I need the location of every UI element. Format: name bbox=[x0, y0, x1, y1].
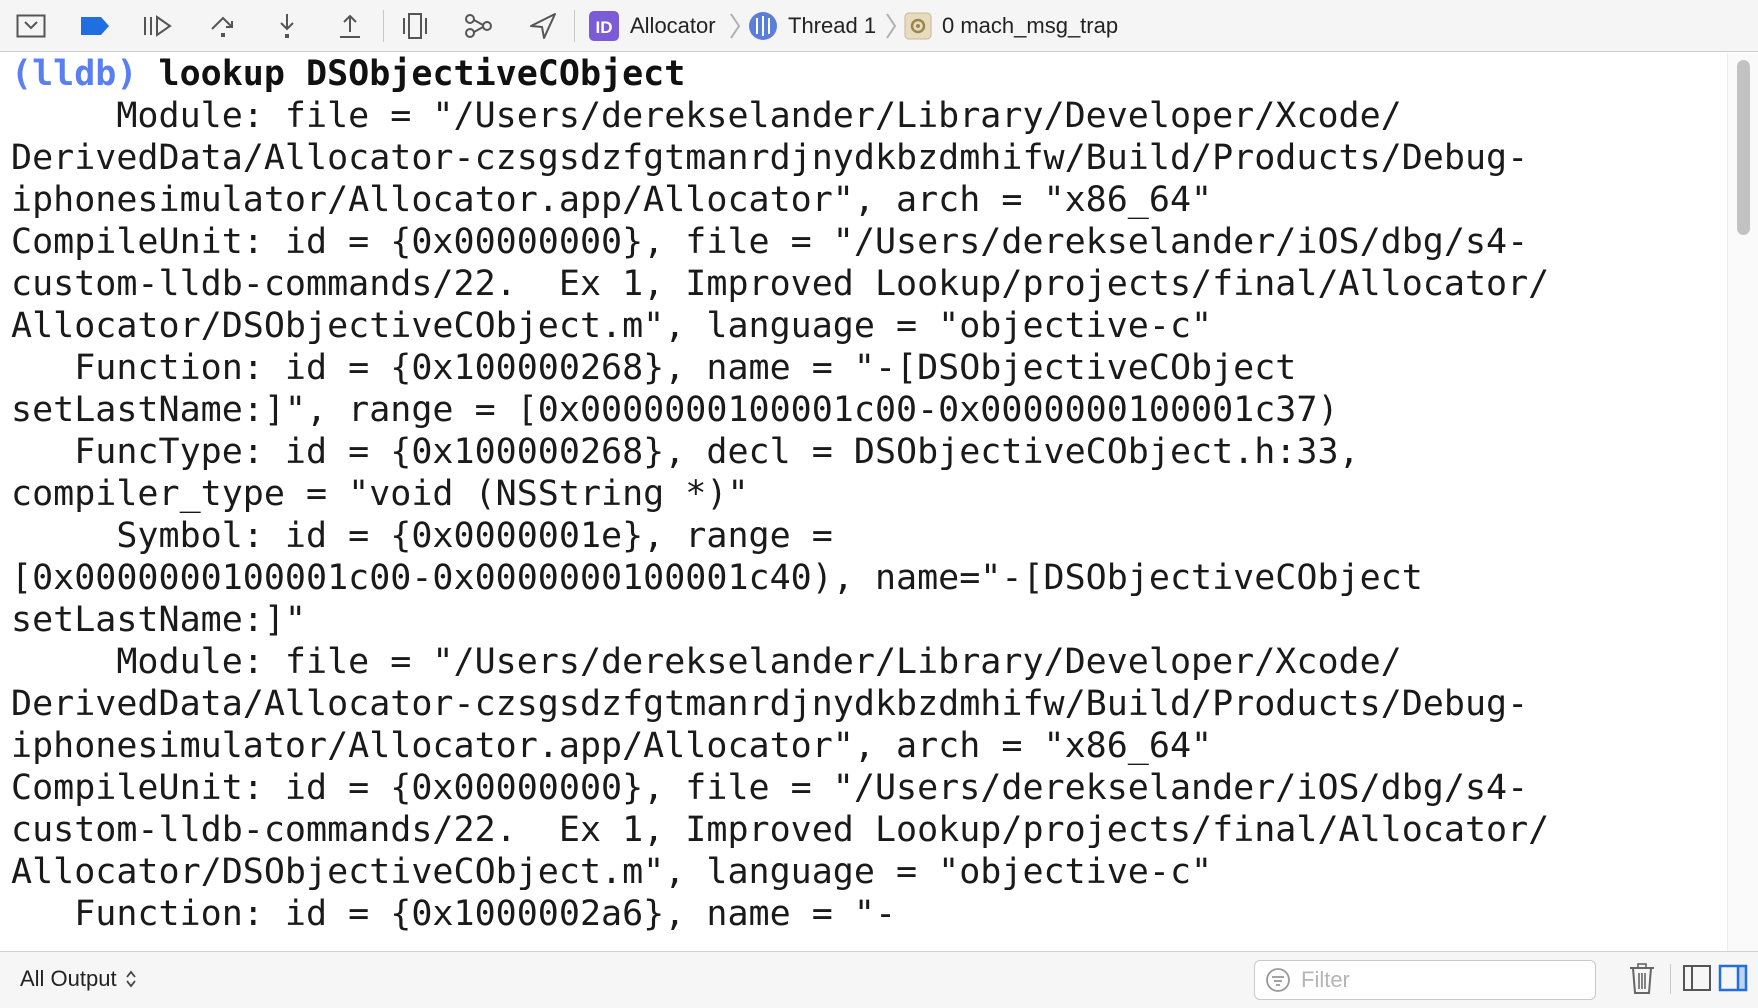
project-icon: ID bbox=[588, 10, 620, 42]
breadcrumb-label: 0 mach_msg_trap bbox=[942, 13, 1119, 38]
filter-input[interactable] bbox=[1299, 966, 1583, 994]
continue-icon[interactable] bbox=[141, 10, 175, 42]
step-out-icon[interactable] bbox=[333, 10, 367, 42]
console-line: custom-lldb-commands/22. Ex 1, Improved … bbox=[11, 810, 1550, 850]
console-line: DerivedData/Allocator-czsgsdzfgtmanrdjny… bbox=[11, 138, 1529, 178]
console-command: lookup DSObjectiveCObject bbox=[158, 54, 686, 94]
debug-bar: ID Allocator Thread 1 0 mach_msg_trap bbox=[0, 0, 1758, 52]
toolbar-divider bbox=[574, 10, 575, 42]
breadcrumb-label: Thread 1 bbox=[788, 13, 877, 38]
hide-debug-area-icon[interactable] bbox=[14, 10, 48, 42]
console-line: iphonesimulator/Allocator.app/Allocator"… bbox=[11, 180, 1213, 220]
console-line: Module: file = "/Users/derekselander/Lib… bbox=[11, 96, 1402, 136]
lldb-prompt: (lldb) bbox=[11, 54, 138, 94]
console-lines: Module: file = "/Users/derekselander/Lib… bbox=[0, 95, 1728, 935]
console-line: custom-lldb-commands/22. Ex 1, Improved … bbox=[11, 264, 1550, 304]
chevron-right-icon bbox=[886, 13, 897, 39]
view-hierarchy-icon[interactable] bbox=[398, 10, 432, 42]
console-line: FuncType: id = {0x100000268}, decl = DSO… bbox=[11, 432, 1360, 472]
scrollbar-thumb[interactable] bbox=[1737, 60, 1750, 235]
console-line: CompileUnit: id = {0x00000000}, file = "… bbox=[11, 222, 1529, 262]
console-filter-bar: All Output bbox=[0, 951, 1758, 1008]
updown-chevron-icon bbox=[125, 969, 137, 989]
console-line: compiler_type = "void (NSString *)" bbox=[11, 474, 749, 514]
console-line: setLastName:]", range = [0x0000000100001… bbox=[11, 390, 1339, 430]
console-line: CompileUnit: id = {0x00000000}, file = "… bbox=[11, 768, 1529, 808]
filter-field[interactable] bbox=[1254, 960, 1596, 1000]
console-line: Symbol: id = {0x0000001e}, range = bbox=[11, 516, 833, 556]
console-line: Module: file = "/Users/derekselander/Lib… bbox=[11, 642, 1402, 682]
breadcrumb-project[interactable]: ID Allocator bbox=[588, 0, 716, 52]
output-filter-label: All Output bbox=[20, 966, 117, 991]
chevron-right-icon bbox=[730, 13, 741, 39]
console-line: Allocator/DSObjectiveCObject.m", languag… bbox=[11, 852, 1213, 892]
output-filter-popup[interactable]: All Output bbox=[20, 966, 137, 992]
memory-graph-icon[interactable] bbox=[462, 10, 496, 42]
step-over-icon[interactable] bbox=[206, 10, 240, 42]
console-command-line: (lldb) lookup DSObjectiveCObject bbox=[0, 53, 1728, 95]
show-variables-view-icon[interactable] bbox=[1682, 963, 1712, 993]
thread-icon bbox=[748, 11, 778, 41]
simulate-location-icon[interactable] bbox=[526, 10, 560, 42]
svg-text:ID: ID bbox=[596, 18, 613, 37]
console-line: Function: id = {0x100000268}, name = "-[… bbox=[11, 348, 1297, 388]
breadcrumb-frame[interactable]: 0 mach_msg_trap bbox=[904, 0, 1118, 52]
frame-gear-icon bbox=[904, 12, 932, 40]
breadcrumb-thread[interactable]: Thread 1 bbox=[748, 0, 876, 52]
trash-icon[interactable] bbox=[1628, 963, 1656, 995]
toolbar-divider bbox=[383, 10, 384, 42]
console-line: Allocator/DSObjectiveCObject.m", languag… bbox=[11, 306, 1213, 346]
console-line: setLastName:]" bbox=[11, 600, 307, 640]
console-line: Function: id = {0x1000002a6}, name = "- bbox=[11, 894, 897, 934]
console-line: [0x0000000100001c00-0x0000000100001c40),… bbox=[11, 558, 1423, 598]
step-into-icon[interactable] bbox=[270, 10, 304, 42]
console-line: DerivedData/Allocator-czsgsdzfgtmanrdjny… bbox=[11, 684, 1529, 724]
breadcrumb-label: Allocator bbox=[630, 13, 716, 38]
toolbar-divider bbox=[1670, 964, 1671, 994]
console-line: iphonesimulator/Allocator.app/Allocator"… bbox=[11, 726, 1213, 766]
console-output[interactable]: (lldb) lookup DSObjectiveCObject Module:… bbox=[0, 53, 1728, 951]
breakpoints-toggle-icon[interactable] bbox=[78, 10, 112, 42]
show-console-view-icon[interactable] bbox=[1718, 963, 1748, 993]
filter-icon bbox=[1265, 967, 1291, 993]
